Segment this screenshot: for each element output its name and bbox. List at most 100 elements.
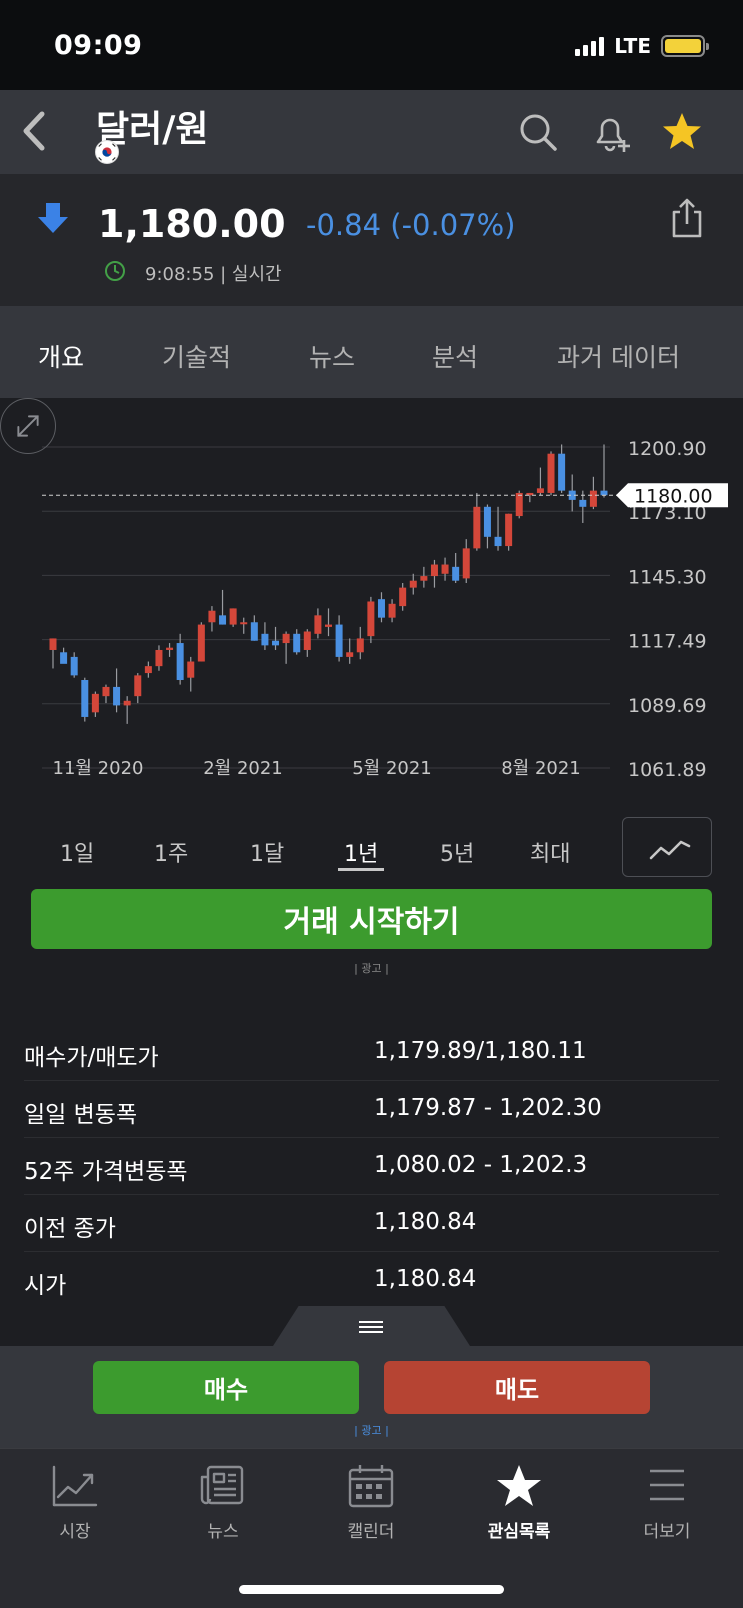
candle-body xyxy=(81,679,89,717)
start-trading-button[interactable]: 거래 시작하기 xyxy=(31,889,712,949)
status-time: 09:09 xyxy=(54,30,143,61)
range-1d[interactable]: 1일 xyxy=(60,836,94,868)
stat-label: 매수가/매도가 xyxy=(24,1045,159,1071)
section-tabs: 개요 기술적 뉴스 분석 과거 데이터 xyxy=(0,306,743,398)
x-tick-label: 5월 2021 xyxy=(352,758,432,779)
range-1m[interactable]: 1달 xyxy=(250,836,284,868)
chart-icon xyxy=(52,1465,98,1507)
candle-body xyxy=(399,587,407,607)
stat-label: 이전 종가 xyxy=(24,1216,116,1242)
candle-body xyxy=(452,566,460,581)
tab-news[interactable]: 뉴스 xyxy=(309,338,355,374)
back-icon[interactable] xyxy=(14,106,54,156)
y-tick-label: 1145.30 xyxy=(628,566,707,588)
search-icon[interactable] xyxy=(516,110,560,154)
candle-body xyxy=(367,601,375,637)
candle-body xyxy=(155,649,163,667)
y-tick-label: 1061.89 xyxy=(628,759,707,781)
candlestick-chart: 1200.901173.101145.301117.491089.691061.… xyxy=(42,438,728,781)
tab-historical-data[interactable]: 과거 데이터 xyxy=(557,338,680,374)
bell-plus-icon[interactable] xyxy=(588,110,632,154)
menu-icon xyxy=(650,1469,684,1501)
candle-body xyxy=(589,490,597,507)
candle-body xyxy=(293,633,301,653)
candle-body xyxy=(335,624,343,657)
stat-value: 1,179.87 - 1,202.30 xyxy=(374,1095,602,1121)
down-arrow-icon xyxy=(38,203,68,233)
ad-label: | 광고 | xyxy=(354,962,389,975)
calendar-icon xyxy=(348,1465,394,1508)
current-price-label: 1180.00 xyxy=(634,485,713,507)
tab-technical[interactable]: 기술적 xyxy=(162,338,231,374)
candle-body xyxy=(430,564,438,577)
signal-icon xyxy=(575,36,605,56)
quote-summary: 1,180.00 -0.84 (-0.07%) 9:08:55 | 실시간 xyxy=(0,174,743,306)
nav-watchlist[interactable]: 관심목록 xyxy=(454,1463,584,1542)
candle-body xyxy=(547,453,555,493)
battery-icon xyxy=(661,35,709,57)
current-price: 1,180.00 xyxy=(98,202,286,246)
price-change: -0.84 (-0.07%) xyxy=(306,208,516,242)
ad-label: | 광고 | xyxy=(354,1424,389,1437)
sell-button[interactable]: 매도 xyxy=(384,1361,650,1414)
share-icon[interactable] xyxy=(667,196,707,240)
candle-body xyxy=(388,603,396,618)
range-active-indicator xyxy=(338,868,384,871)
candle-body xyxy=(166,647,174,650)
range-5y[interactable]: 5년 xyxy=(440,836,474,868)
candle-body xyxy=(176,643,184,680)
nav-news[interactable]: 뉴스 xyxy=(158,1463,288,1542)
range-1y[interactable]: 1년 xyxy=(344,836,378,868)
candle-body xyxy=(314,615,322,634)
candle-body xyxy=(515,492,523,517)
line-chart-icon xyxy=(649,840,691,860)
range-max[interactable]: 최대 xyxy=(530,836,570,868)
stat-label: 52주 가격변동폭 xyxy=(24,1159,188,1185)
candle-body xyxy=(483,506,491,537)
range-1w[interactable]: 1주 xyxy=(154,836,188,868)
candle-body xyxy=(197,624,205,662)
home-indicator xyxy=(239,1585,504,1594)
stat-row-open: 시가 1,180.84 xyxy=(24,1252,719,1309)
stat-value: 1,080.02 - 1,202.3 xyxy=(374,1152,588,1178)
stat-row-prev-close: 이전 종가 1,180.84 xyxy=(24,1195,719,1252)
candle-body xyxy=(282,633,290,644)
nav-label: 관심목록 xyxy=(487,1522,551,1542)
stat-row-52w-range: 52주 가격변동폭 1,080.02 - 1,202.3 xyxy=(24,1138,719,1195)
candle-body xyxy=(261,633,269,646)
instrument-header: 달러/원 xyxy=(0,90,743,174)
nav-more[interactable]: 더보기 xyxy=(602,1463,732,1542)
nav-label: 더보기 xyxy=(643,1522,691,1542)
network-label: LTE xyxy=(614,34,651,58)
buy-button[interactable]: 매수 xyxy=(93,1361,359,1414)
candle-body xyxy=(70,656,78,676)
candle-body xyxy=(102,686,110,697)
nav-markets[interactable]: 시장 xyxy=(10,1463,140,1542)
candle-body xyxy=(600,490,608,496)
candle-body xyxy=(144,666,152,674)
status-right: LTE xyxy=(575,34,709,58)
candle-body xyxy=(441,564,449,574)
star-icon[interactable] xyxy=(660,110,704,154)
candle-body xyxy=(346,652,354,657)
nav-calendar[interactable]: 캘린더 xyxy=(306,1463,436,1542)
x-tick-label: 11월 2020 xyxy=(53,758,144,779)
y-tick-label: 1089.69 xyxy=(628,695,707,717)
candle-body xyxy=(462,548,470,579)
price-chart[interactable]: 1200.90 1173.10 1145.30 1117.49 1089.69 1061.… xyxy=(0,398,743,798)
nav-label: 시장 xyxy=(59,1522,91,1542)
candle-body xyxy=(272,640,280,646)
flag-icon xyxy=(95,140,119,164)
chart-type-button[interactable] xyxy=(622,817,712,877)
candle-body xyxy=(579,499,587,507)
candle-body xyxy=(505,513,513,547)
expand-icon[interactable] xyxy=(0,398,56,454)
drawer-menu-icon[interactable] xyxy=(355,1318,387,1336)
candle-body xyxy=(473,506,481,549)
candle-body xyxy=(356,638,364,653)
candle-body xyxy=(303,631,311,650)
tab-overview[interactable]: 개요 xyxy=(38,338,84,374)
candle-body xyxy=(49,638,57,650)
nav-label: 캘린더 xyxy=(347,1522,395,1542)
tab-analysis[interactable]: 분석 xyxy=(432,338,478,374)
